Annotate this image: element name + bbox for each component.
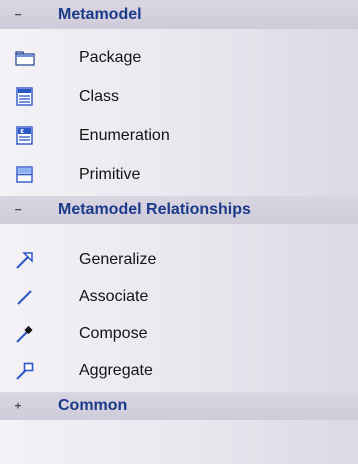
toolbox-item-associate[interactable]: Associate — [0, 278, 358, 315]
item-label: Primitive — [79, 165, 141, 183]
item-label: Package — [79, 48, 142, 66]
group-items-metamodel: Package Class E Enumeration Primitive — [0, 29, 358, 196]
item-label: Aggregate — [79, 361, 153, 379]
group-items-metamodel-relationships: Generalize Associate Compose Aggregate — [0, 224, 358, 392]
associate-icon — [15, 287, 35, 307]
item-label: Generalize — [79, 250, 157, 268]
group-header-metamodel-relationships[interactable]: − Metamodel Relationships — [0, 196, 358, 224]
aggregate-icon — [15, 361, 35, 381]
collapse-icon[interactable]: − — [13, 9, 23, 20]
collapse-icon[interactable]: − — [13, 204, 23, 215]
group-header-common[interactable]: + Common — [0, 392, 358, 420]
toolbox-item-primitive[interactable]: Primitive — [0, 155, 358, 194]
toolbox-item-generalize[interactable]: Generalize — [0, 241, 358, 278]
expand-icon[interactable]: + — [13, 400, 23, 411]
group-title: Metamodel — [58, 5, 142, 23]
toolbox-panel: − Metamodel Package Class E Enumeration … — [0, 0, 358, 464]
group-header-metamodel[interactable]: − Metamodel — [0, 0, 358, 29]
svg-text:E: E — [20, 129, 24, 135]
enumeration-icon: E — [15, 125, 35, 146]
class-icon — [15, 86, 35, 107]
toolbox-item-aggregate[interactable]: Aggregate — [0, 352, 358, 389]
item-label: Enumeration — [79, 126, 170, 144]
compose-icon — [15, 324, 35, 344]
toolbox-item-enumeration[interactable]: E Enumeration — [0, 116, 358, 155]
toolbox-item-package[interactable]: Package — [0, 38, 358, 77]
item-label: Class — [79, 87, 120, 105]
toolbox-item-compose[interactable]: Compose — [0, 315, 358, 352]
toolbox-item-class[interactable]: Class — [0, 77, 358, 116]
group-title: Metamodel Relationships — [58, 201, 251, 218]
group-title: Common — [58, 397, 128, 414]
item-label: Associate — [79, 287, 149, 305]
item-label: Compose — [79, 324, 148, 342]
package-icon — [15, 48, 35, 68]
generalize-icon — [15, 250, 35, 270]
primitive-icon — [15, 165, 35, 185]
